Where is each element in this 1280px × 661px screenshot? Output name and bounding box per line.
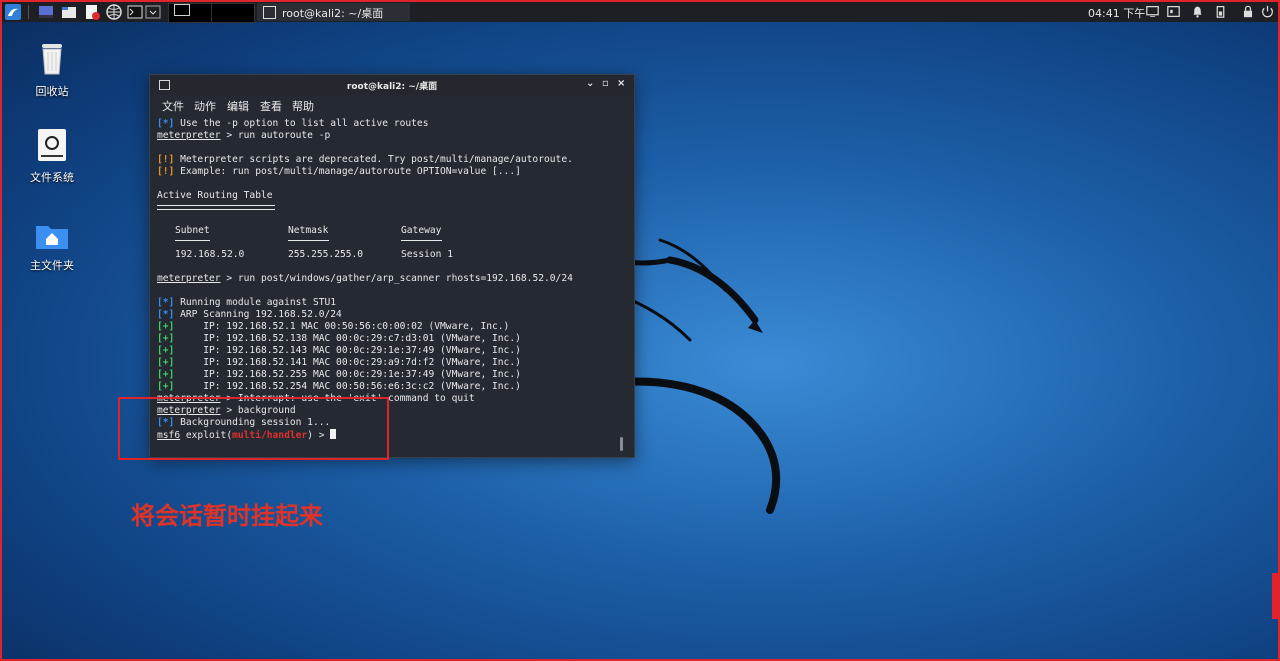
workspace-show-icon[interactable]: [38, 4, 54, 20]
lock-icon[interactable]: [1242, 5, 1254, 18]
terminal-menubar: 文件 动作 编辑 查看 帮助: [150, 95, 634, 115]
output-line: [*] Use the -p option to list all active…: [157, 118, 429, 129]
column-header-gateway: Gateway: [401, 225, 442, 236]
menu-file[interactable]: 文件: [162, 98, 184, 114]
clock[interactable]: 04:41 下午: [1088, 5, 1145, 21]
taskbar-item-label: root@kali2: ~/桌面: [282, 7, 384, 20]
column-header-subnet: Subnet: [175, 225, 210, 236]
terminal-icon[interactable]: [127, 4, 143, 20]
close-button[interactable]: ×: [617, 78, 625, 89]
menu-action[interactable]: 动作: [194, 98, 216, 114]
text-editor-icon[interactable]: [84, 4, 100, 20]
volume-icon[interactable]: [1167, 5, 1180, 18]
arp-result-line: [+] IP: 192.168.52.138 MAC 00:0c:29:c7:d…: [157, 333, 521, 344]
arp-result-line: [+] IP: 192.168.52.255 MAC 00:0c:29:1e:3…: [157, 369, 521, 380]
terminal-icon: [263, 6, 276, 19]
column-underline: [401, 240, 442, 241]
kali-menu-icon[interactable]: [5, 4, 21, 20]
prompt-line: meterpreter > run post/windows/gather/ar…: [157, 273, 573, 284]
top-panel: root@kali2: ~/桌面 04:41 下午: [2, 2, 1278, 23]
power-icon[interactable]: [1261, 5, 1274, 18]
desktop-icon-label: 回收站: [35, 85, 69, 98]
column-underline: [175, 240, 210, 241]
browser-icon[interactable]: [106, 4, 122, 20]
annotation-text: 将会话暂时挂起来: [131, 502, 323, 530]
arp-result-line: [+] IP: 192.168.52.1 MAC 00:50:56:c0:00:…: [157, 321, 510, 332]
terminal-titlebar[interactable]: root@kali2: ~/桌面 ⌄ ▫ ×: [150, 75, 634, 95]
display-icon[interactable]: [1146, 5, 1159, 18]
minimize-button[interactable]: ⌄: [586, 78, 594, 89]
window-title: root@kali2: ~/桌面: [346, 82, 438, 92]
output-line: [*] Running module against STU1: [157, 297, 337, 308]
filesystem-icon: [38, 129, 66, 161]
column-header-netmask: Netmask: [288, 225, 329, 236]
arp-result-line: [+] IP: 192.168.52.143 MAC 00:0c:29:1e:3…: [157, 345, 521, 356]
warning-line: [!] Meterpreter scripts are deprecated. …: [157, 154, 573, 165]
menu-edit[interactable]: 编辑: [227, 98, 249, 114]
file-manager-icon[interactable]: [61, 4, 77, 20]
desktop-icon-filesystem[interactable]: 文件系统: [12, 128, 92, 185]
arp-result-line: [+] IP: 192.168.52.254 MAC 00:50:56:e6:3…: [157, 381, 521, 392]
route-netmask: 255.255.255.0: [288, 249, 364, 260]
home-folder-icon: [36, 226, 68, 249]
workspace-window-thumb: [174, 4, 190, 16]
menu-help[interactable]: 帮助: [292, 98, 314, 114]
route-subnet: 192.168.52.0: [175, 249, 245, 260]
maximize-button[interactable]: ▫: [602, 78, 609, 89]
annotation-highlight-box: [118, 397, 389, 460]
desktop-icon-trash[interactable]: 回收站: [12, 40, 92, 99]
workspace-2[interactable]: [211, 3, 255, 23]
route-gateway: Session 1: [401, 249, 453, 260]
workspace-1[interactable]: [168, 3, 212, 23]
edge-marker: [1272, 573, 1278, 619]
panel-separator: [28, 5, 29, 19]
arp-result-line: [+] IP: 192.168.52.141 MAC 00:0c:29:a9:7…: [157, 357, 521, 368]
warning-line: [!] Example: run post/multi/manage/autor…: [157, 166, 521, 177]
chevron-down-icon[interactable]: [145, 4, 161, 20]
output-line: [*] ARP Scanning 192.168.52.0/24: [157, 309, 342, 320]
desktop-icon-label: 主文件夹: [30, 259, 74, 272]
menu-view[interactable]: 查看: [260, 98, 282, 114]
table-title-underline: [157, 205, 275, 210]
trash-icon: [42, 44, 62, 75]
column-underline: [288, 240, 329, 241]
prompt-line: meterpreter > run autoroute -p: [157, 130, 331, 141]
scrollbar-thumb[interactable]: [620, 437, 623, 451]
routing-table-title: Active Routing Table: [157, 190, 273, 201]
notification-bell-icon[interactable]: [1191, 5, 1204, 18]
taskbar-terminal-item[interactable]: root@kali2: ~/桌面: [257, 3, 410, 21]
desktop-icon-home[interactable]: 主文件夹: [12, 222, 92, 273]
battery-icon[interactable]: [1215, 5, 1226, 18]
desktop-icon-label: 文件系统: [30, 171, 74, 184]
